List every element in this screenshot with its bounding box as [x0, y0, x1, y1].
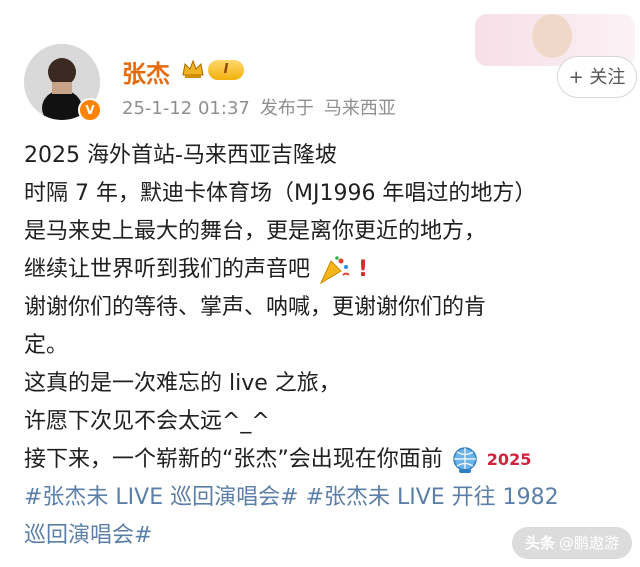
verified-badge: V: [78, 98, 102, 122]
watermark-brand: 头条: [524, 534, 555, 552]
post-line-text: 接下来，一个崭新的“张杰”会出现在你面前: [24, 447, 443, 472]
author-name[interactable]: 张杰: [122, 54, 170, 89]
post-line: 2025 海外首站-马来西亚吉隆坡: [24, 143, 337, 168]
post-line: 这真的是一次难忘的 live 之旅，: [24, 371, 341, 396]
post-content: 2025 海外首站-马来西亚吉隆坡 时隔 7 年，默迪卡体育场（MJ1996 年…: [24, 137, 634, 555]
post-line: 接下来，一个崭新的“张杰”会出现在你面前 2025: [24, 441, 634, 479]
follow-button[interactable]: + 关注: [557, 56, 637, 98]
party-popper-icon: [319, 256, 350, 285]
source-watermark: 头条 @鹏遨游: [512, 527, 632, 559]
post-line: 许愿下次见不会太远^_^: [24, 409, 270, 434]
watermark-handle: @鹏遨游: [559, 534, 620, 552]
post-line: 时隔 7 年，默迪卡体育场（MJ1996 年唱过的地方）: [24, 181, 537, 206]
level-badge: I: [208, 60, 244, 80]
post-line: 谢谢你们的等待、掌声、呐喊，更谢谢你们的肯: [24, 295, 487, 320]
location-text: 马来西亚: [323, 98, 396, 119]
red-exclamation-icon: !: [358, 257, 369, 282]
location-prefix: 发布于: [259, 98, 314, 119]
post-line: 是马来史上最大的舞台，更是离你更近的地方，: [24, 219, 487, 244]
topic-link[interactable]: #张杰未 LIVE 巡回演唱会#: [24, 485, 299, 510]
post-line: 定。: [24, 333, 69, 358]
topics-line: #张杰未 LIVE 巡回演唱会# #张杰未 LIVE 开往 1982: [24, 479, 634, 517]
post-time: 25-1-12 01:37: [122, 98, 250, 119]
topic-link[interactable]: #张杰未 LIVE 开往 1982: [306, 485, 559, 510]
post-line: 继续让世界听到我们的声音吧 !: [24, 251, 634, 289]
decoration-avatar: [532, 14, 572, 58]
topic-link-continued[interactable]: 巡回演唱会#: [24, 523, 152, 548]
post-line-text: 继续让世界听到我们的声音吧: [24, 257, 311, 282]
post-meta: 25-1-12 01:37 发布于 马来西亚: [122, 94, 396, 120]
globe-icon: [453, 447, 477, 473]
badge-2025: 2025: [486, 450, 532, 469]
crown-icon: [182, 59, 204, 78]
